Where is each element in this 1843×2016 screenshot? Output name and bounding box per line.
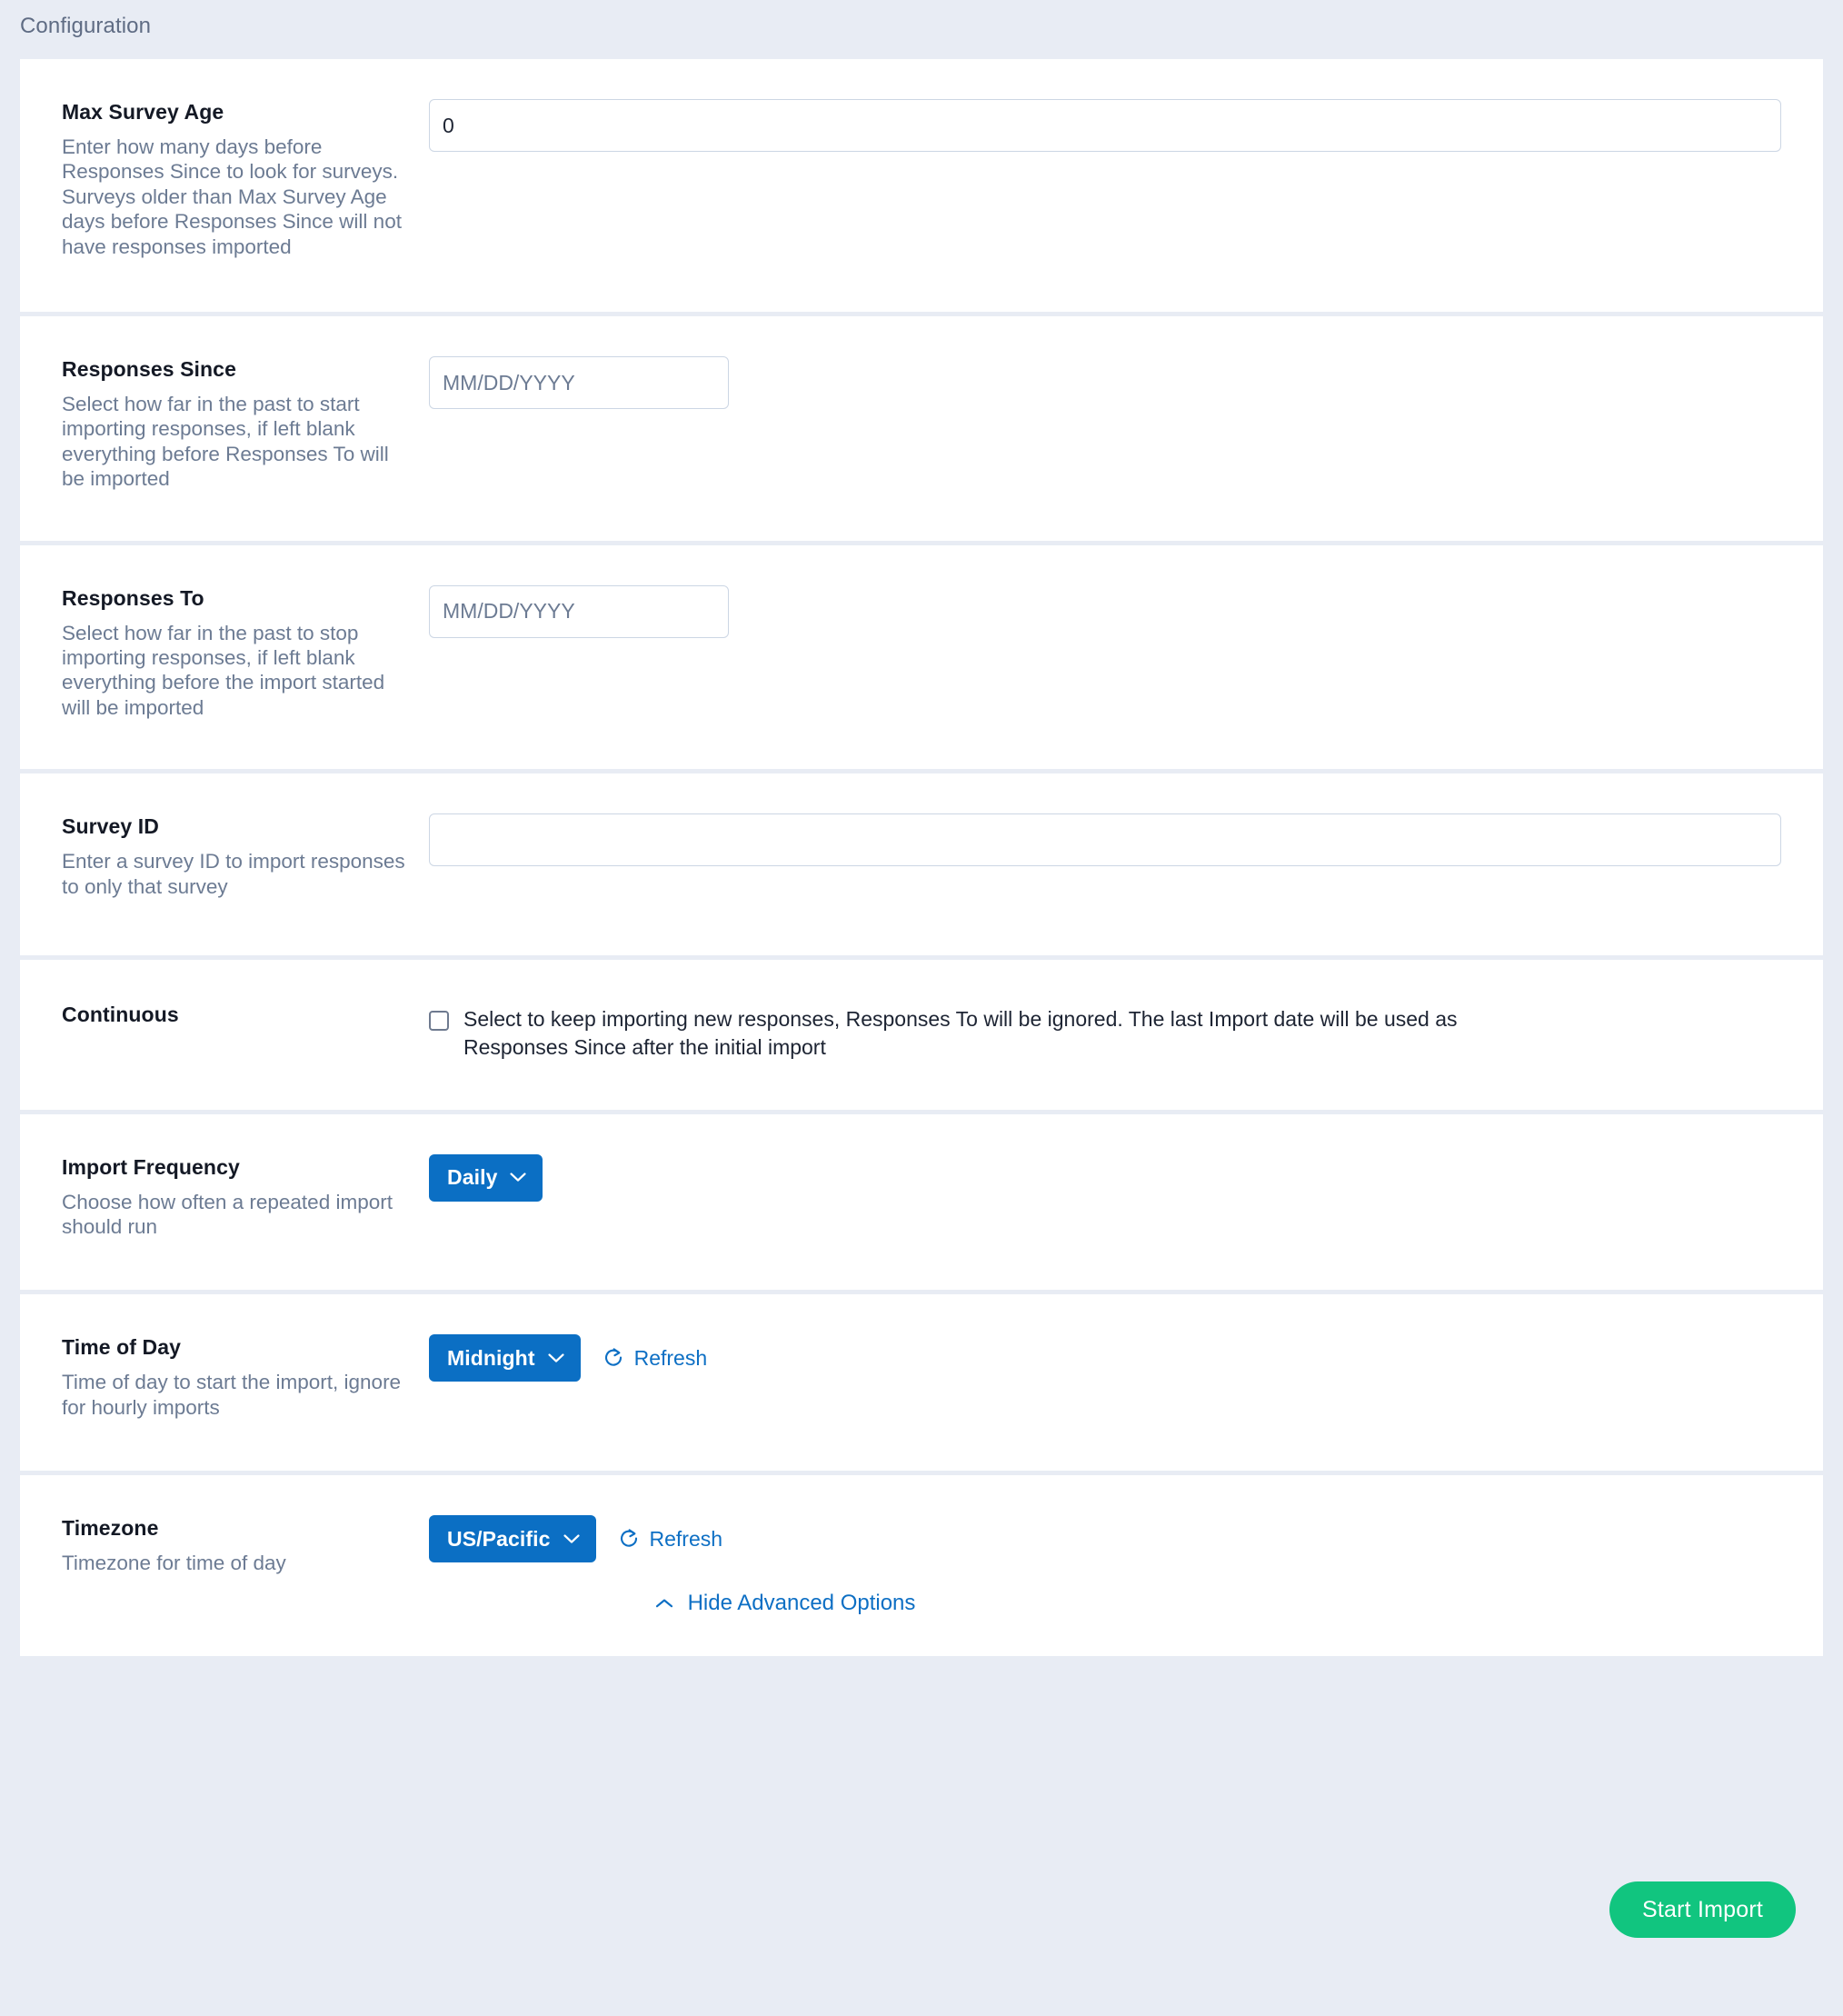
field-label-continuous: Continuous [62, 1003, 179, 1027]
field-label-survey-id: Survey ID [62, 814, 160, 839]
field-label-max-survey-age: Max Survey Age [62, 100, 224, 124]
field-col-time-of-day: Midnight Refresh [429, 1334, 1823, 1382]
label-col-continuous: Continuous [20, 1002, 429, 1037]
configuration-page: Configuration Max Survey Age Enter how m… [0, 0, 1843, 2016]
field-col-timezone: US/Pacific Refresh [429, 1515, 1823, 1563]
configuration-card-list: Max Survey Age Enter how many days befor… [20, 59, 1823, 1656]
field-col-responses-to [429, 584, 1823, 638]
hide-advanced-options-label: Hide Advanced Options [687, 1590, 916, 1615]
timezone-refresh-label: Refresh [649, 1527, 723, 1552]
label-col-responses-since: Responses Since Select how far in the pa… [20, 356, 429, 492]
field-description-survey-id: Enter a survey ID to import responses to… [62, 850, 405, 898]
refresh-icon [603, 1347, 624, 1369]
row-responses-to: Responses To Select how far in the past … [20, 545, 1823, 770]
row-responses-since: Responses Since Select how far in the pa… [20, 316, 1823, 541]
chevron-down-icon [563, 1534, 580, 1544]
max-survey-age-input[interactable] [429, 99, 1781, 152]
refresh-icon [618, 1528, 640, 1550]
row-survey-id: Survey ID Enter a survey ID to import re… [20, 773, 1823, 955]
card-timezone: Timezone Timezone for time of day US/Pac… [20, 1475, 1823, 1656]
survey-id-input[interactable] [429, 813, 1781, 867]
footer-actions: Start Import [20, 1881, 1823, 1938]
time-of-day-refresh-link[interactable]: Refresh [603, 1334, 708, 1382]
responses-since-date-input[interactable] [429, 356, 729, 410]
card-import-frequency: Import Frequency Choose how often a repe… [20, 1113, 1823, 1291]
field-col-continuous: Select to keep importing new responses, … [429, 1002, 1823, 1063]
label-col-max-survey-age: Max Survey Age Enter how many days befor… [20, 99, 429, 259]
chevron-up-icon [655, 1598, 673, 1609]
field-col-max-survey-age [429, 99, 1823, 152]
label-col-responses-to: Responses To Select how far in the past … [20, 585, 429, 721]
row-max-survey-age: Max Survey Age Enter how many days befor… [20, 59, 1823, 312]
field-col-responses-since [429, 356, 1823, 410]
card-continuous: Continuous Select to keep importing new … [20, 960, 1823, 1110]
row-time-of-day: Time of Day Time of day to start the imp… [20, 1294, 1823, 1471]
responses-to-date-input[interactable] [429, 584, 729, 638]
continuous-checkbox-group: Select to keep importing new responses, … [429, 1002, 1781, 1063]
row-import-frequency: Import Frequency Choose how often a repe… [20, 1114, 1823, 1291]
timezone-dropdown[interactable]: US/Pacific [429, 1515, 596, 1563]
timezone-selected-value: US/Pacific [447, 1526, 551, 1551]
label-col-survey-id: Survey ID Enter a survey ID to import re… [20, 813, 429, 899]
field-description-timezone: Timezone for time of day [62, 1552, 286, 1575]
row-timezone: Timezone Timezone for time of day US/Pac… [20, 1475, 1823, 1602]
continuous-checkbox-label: Select to keep importing new responses, … [463, 1007, 1458, 1060]
section-title: Configuration [20, 14, 152, 38]
row-continuous: Continuous Select to keep importing new … [20, 960, 1823, 1110]
field-label-time-of-day: Time of Day [62, 1335, 182, 1360]
label-col-timezone: Timezone Timezone for time of day [20, 1515, 429, 1575]
field-col-survey-id [429, 813, 1823, 867]
field-description-time-of-day: Time of day to start the import, ignore … [62, 1371, 402, 1419]
start-import-button[interactable]: Start Import [1609, 1881, 1796, 1938]
label-col-time-of-day: Time of Day Time of day to start the imp… [20, 1334, 429, 1420]
chevron-down-icon [548, 1353, 564, 1363]
field-description-max-survey-age: Enter how many days before Responses Sin… [62, 135, 402, 258]
field-label-responses-to: Responses To [62, 585, 204, 610]
card-time-of-day: Time of Day Time of day to start the imp… [20, 1294, 1823, 1472]
import-frequency-selected-value: Daily [447, 1165, 498, 1190]
time-of-day-selected-value: Midnight [447, 1345, 535, 1370]
chevron-down-icon [510, 1173, 527, 1183]
time-of-day-refresh-label: Refresh [633, 1346, 708, 1371]
card-responses-since: Responses Since Select how far in the pa… [20, 316, 1823, 541]
card-responses-to: Responses To Select how far in the past … [20, 544, 1823, 770]
field-col-import-frequency: Daily [429, 1153, 1823, 1202]
card-max-survey-age: Max Survey Age Enter how many days befor… [20, 59, 1823, 313]
field-description-responses-since: Select how far in the past to start impo… [62, 392, 389, 491]
import-frequency-dropdown[interactable]: Daily [429, 1153, 543, 1202]
field-description-import-frequency: Choose how often a repeated import shoul… [62, 1190, 393, 1238]
field-label-timezone: Timezone [62, 1516, 159, 1541]
field-label-import-frequency: Import Frequency [62, 1154, 240, 1179]
advanced-options-row: Hide Advanced Options [20, 1591, 1823, 1656]
label-col-import-frequency: Import Frequency Choose how often a repe… [20, 1154, 429, 1240]
hide-advanced-options-toggle[interactable]: Hide Advanced Options [655, 1591, 1189, 1616]
timezone-refresh-link[interactable]: Refresh [618, 1515, 723, 1562]
field-description-responses-to: Select how far in the past to stop impor… [62, 621, 385, 719]
card-survey-id: Survey ID Enter a survey ID to import re… [20, 773, 1823, 956]
continuous-checkbox[interactable] [429, 1011, 449, 1032]
time-of-day-dropdown[interactable]: Midnight [429, 1334, 581, 1382]
field-label-responses-since: Responses Since [62, 357, 236, 382]
